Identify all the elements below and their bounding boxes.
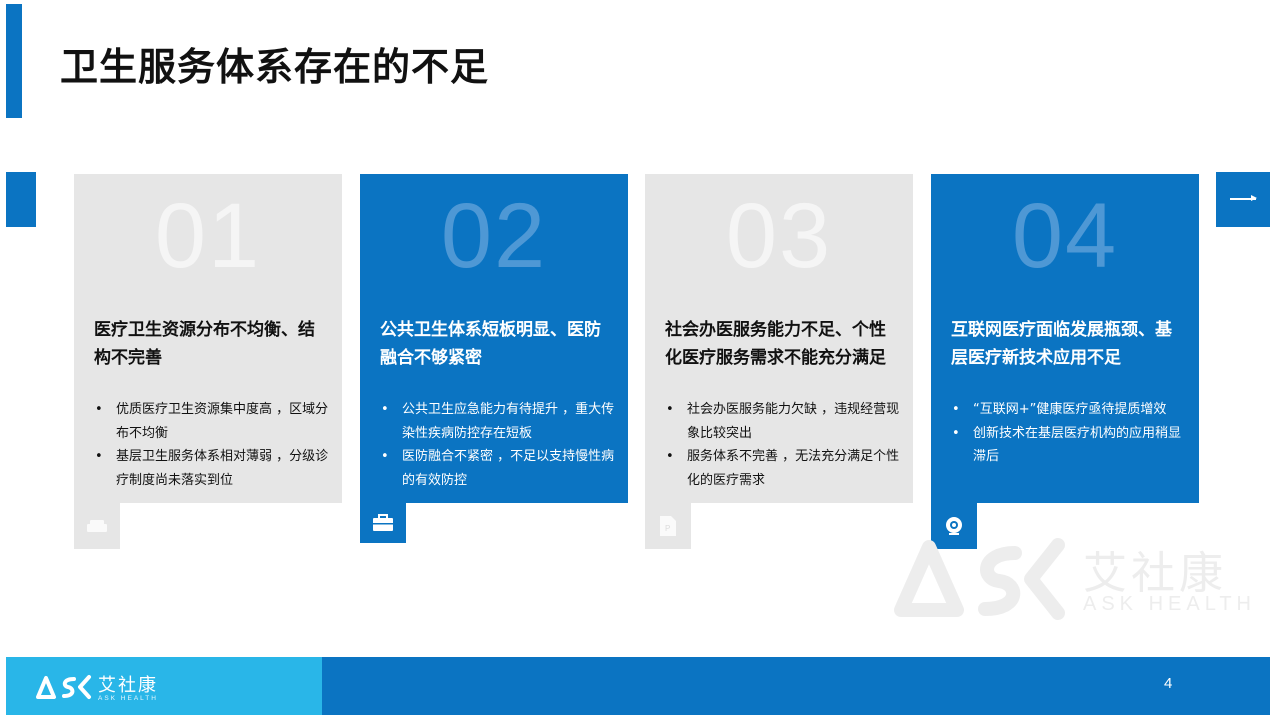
sofa-icon — [87, 520, 107, 532]
card-title: 医疗卫生资源分布不均衡、结构不完善 — [94, 320, 315, 368]
bullet-item: 服务体系不完善 ，无法充分满足个性化的医疗需求 — [665, 445, 900, 492]
card-01-icon-box — [74, 503, 120, 549]
watermark-en-text: ASK HEALTH — [1083, 593, 1256, 615]
card-03: 03 社会办医服务能力不足、个性化医疗服务需求不能充分满足 社会办医服务能力欠缺… — [645, 174, 913, 503]
card-number: 04 — [1011, 185, 1119, 287]
arrow-right-icon — [1230, 195, 1257, 201]
bullet-item: 医防融合不紧密 ，不足以支持慢性病的有效防控 — [380, 445, 615, 492]
bullet-item: 公共卫生应急能力有待提升 ，重大传染性疾病防控存在短板 — [380, 398, 615, 445]
webcam-icon — [946, 517, 962, 535]
card-bullet-list: “互联网+”健康医疗亟待提质增效 创新技术在基层医疗机构的应用稍显滞后 — [951, 398, 1186, 469]
next-arrow-button[interactable] — [1216, 172, 1270, 227]
card-number: 01 — [154, 185, 262, 287]
bullet-item: 优质医疗卫生资源集中度高 ，区域分布不均衡 — [94, 398, 329, 445]
page-title: 卫生服务体系存在的不足 — [60, 45, 490, 89]
card-number: 02 — [440, 185, 548, 287]
card-04: 04 互联网医疗面临发展瓶颈、基层医疗新技术应用不足 “互联网+”健康医疗亟待提… — [931, 174, 1199, 503]
card-number: 03 — [725, 185, 833, 287]
card-02: 02 公共卫生体系短板明显、医防融合不够紧密 公共卫生应急能力有待提升 ，重大传… — [360, 174, 628, 503]
bullet-item: “互联网+”健康医疗亟待提质增效 — [951, 398, 1186, 422]
footer-bar: 4 — [322, 657, 1270, 715]
card-title: 社会办医服务能力不足、个性化医疗服务需求不能充分满足 — [665, 320, 886, 368]
card-bullet-list: 社会办医服务能力欠缺 ，违规经营现象比较突出 服务体系不完善 ，无法充分满足个性… — [665, 398, 900, 492]
bullet-item: 社会办医服务能力欠缺 ，违规经营现象比较突出 — [665, 398, 900, 445]
footer-logo-area: 艾社康 ASK HEALTH — [6, 657, 322, 715]
card-bullet-list: 公共卫生应急能力有待提升 ，重大传染性疾病防控存在短板 医防融合不紧密 ，不足以… — [380, 398, 615, 492]
ask-logo-mark — [894, 538, 1065, 620]
card-01: 01 医疗卫生资源分布不均衡、结构不完善 优质医疗卫生资源集中度高 ，区域分布不… — [74, 174, 342, 503]
title-accent-bar — [6, 4, 22, 118]
card-02-icon-box — [360, 503, 406, 543]
card-03-icon-box: P — [645, 503, 691, 549]
footer-logo-cn: 艾社康 — [98, 675, 158, 696]
footer-logo-en: ASK HEALTH — [98, 695, 158, 702]
watermark-cn-text: 艾社康 — [1083, 548, 1227, 599]
card-bullet-list: 优质医疗卫生资源集中度高 ，区域分布不均衡 基层卫生服务体系相对薄弱 ，分级诊疗… — [94, 398, 329, 492]
watermark-logo: 艾社康 ASK HEALTH — [893, 535, 1263, 625]
svg-text:P: P — [665, 524, 670, 533]
card-title: 公共卫生体系短板明显、医防融合不够紧密 — [380, 320, 601, 368]
document-icon: P — [660, 516, 676, 536]
left-accent-tab — [6, 172, 36, 227]
bullet-item: 基层卫生服务体系相对薄弱 ，分级诊疗制度尚未落实到位 — [94, 445, 329, 492]
bullet-item: 创新技术在基层医疗机构的应用稍显滞后 — [951, 422, 1186, 469]
ask-logo-mark — [36, 675, 91, 699]
card-title: 互联网医疗面临发展瓶颈、基层医疗新技术应用不足 — [951, 320, 1172, 368]
page-number: 4 — [1164, 675, 1173, 692]
briefcase-icon — [373, 514, 393, 531]
